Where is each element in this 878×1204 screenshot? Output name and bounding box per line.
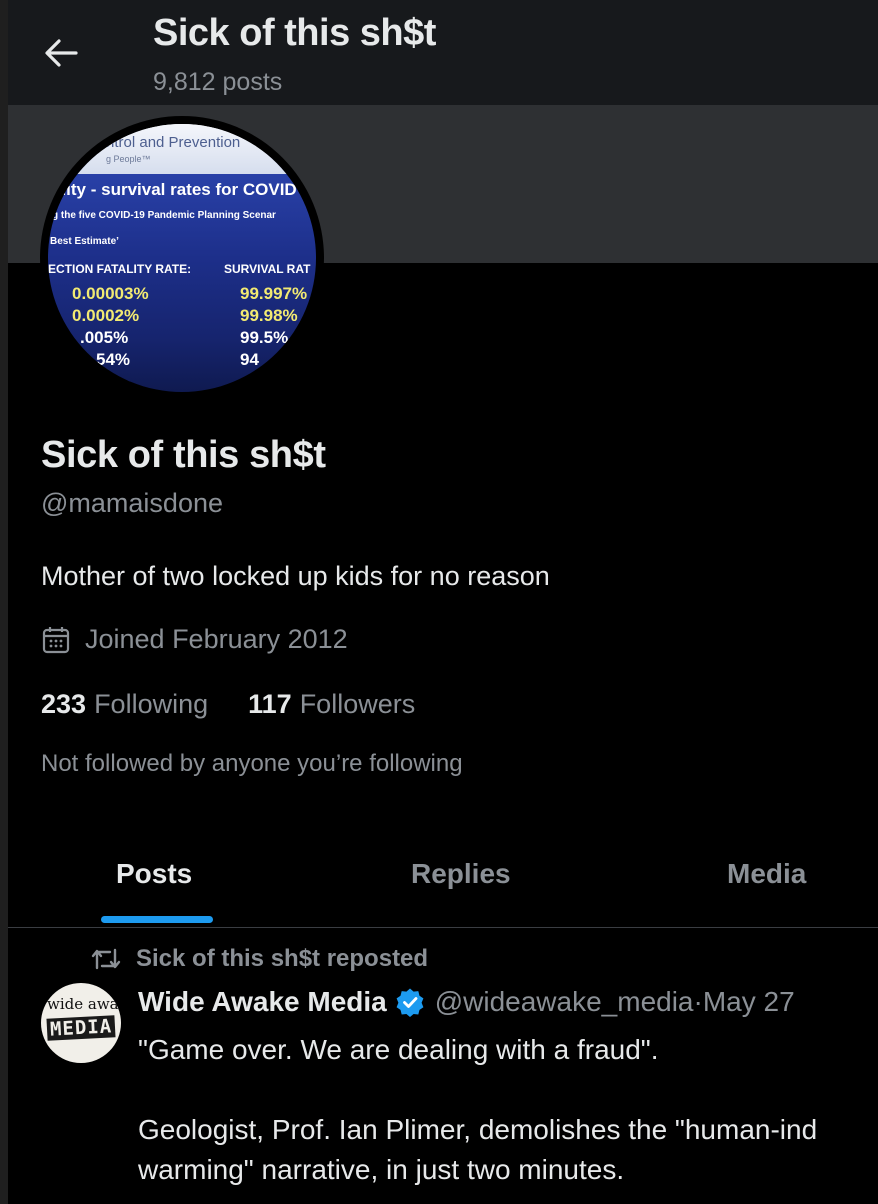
post-date[interactable]: May 27 (703, 986, 795, 1018)
profile-tabs: Posts Replies Media (8, 830, 878, 928)
followers-link[interactable]: 117 Followers (248, 689, 415, 720)
avatar-logo-text: MEDIA (49, 1015, 113, 1041)
avatar-image-text: g the five COVID-19 Pandemic Planning Sc… (52, 210, 276, 221)
following-label: Following (94, 689, 209, 719)
calendar-icon (42, 626, 70, 653)
avatar-image-text: ntrol and Prevention (106, 134, 241, 151)
avatar-image-value: 54% (96, 350, 131, 369)
profile-handle: @mamaisdone (41, 488, 223, 518)
followers-count: 117 (248, 689, 292, 719)
avatar-image-value: .005% (80, 328, 129, 347)
avatar-image-value: 0.0002% (72, 306, 140, 325)
follow-stats: 233 Following 117 Followers (41, 689, 415, 720)
profile-name: Sick of this sh$t (41, 434, 326, 476)
post-author-handle[interactable]: @wideawake_media (435, 986, 694, 1018)
post-text[interactable]: "Game over. We are dealing with a fraud"… (138, 1030, 878, 1190)
post-meta-separator: · (693, 986, 703, 1017)
avatar-image-value: 94 (240, 350, 259, 369)
avatar-image-value: 99.98% (240, 306, 298, 325)
following-count: 233 (41, 689, 87, 719)
tab-media[interactable]: Media (727, 858, 806, 890)
avatar-logo-box: MEDIA (46, 1015, 116, 1041)
joined-date: Joined February 2012 (41, 624, 348, 655)
post-author-avatar[interactable]: wide awake MEDIA (41, 983, 121, 1063)
avatar-image-text: Best Estimate’ (50, 236, 119, 247)
avatar-image-text: SURVIVAL RAT (224, 262, 311, 276)
tab-posts[interactable]: Posts (116, 858, 192, 890)
profile-avatar[interactable]: ntrol and Prevention g People™ ality - s… (48, 124, 316, 392)
repost-icon (91, 948, 121, 970)
profile-bio: Mother of two locked up kids for no reas… (41, 561, 550, 591)
avatar-image-value: 99.5% (240, 328, 289, 347)
back-button[interactable] (38, 30, 84, 76)
avatar-image-text: g People™ (106, 154, 151, 164)
left-border (0, 0, 8, 1204)
profile-header: Sick of this sh$t 9,812 posts (8, 0, 878, 105)
repost-label: Sick of this sh$t reposted (136, 945, 429, 972)
post-author-name[interactable]: Wide Awake Media (138, 986, 387, 1018)
avatar-image-text: ality - survival rates for COVID (52, 180, 297, 199)
avatar-image-value: 99.997% (240, 284, 308, 303)
tab-replies[interactable]: Replies (411, 858, 511, 890)
repost-indicator[interactable]: Sick of this sh$t reposted (90, 945, 428, 973)
avatar-logo-text: wide awake (47, 995, 121, 1013)
header-title: Sick of this sh$t (153, 12, 436, 54)
joined-label: Joined February 2012 (85, 624, 348, 654)
header-post-count: 9,812 posts (153, 68, 283, 96)
verified-badge-icon (395, 987, 425, 1017)
avatar-image-text: ECTION FATALITY RATE: (48, 262, 192, 276)
post-header: Wide Awake Media @wideawake_media · May … (138, 986, 795, 1018)
arrow-left-icon (45, 39, 78, 67)
followers-label: Followers (299, 689, 416, 719)
following-link[interactable]: 233 Following (41, 689, 208, 720)
not-followed-note: Not followed by anyone you’re following (41, 750, 463, 777)
active-tab-indicator (101, 916, 213, 923)
avatar-image-value: 0.00003% (72, 284, 149, 303)
